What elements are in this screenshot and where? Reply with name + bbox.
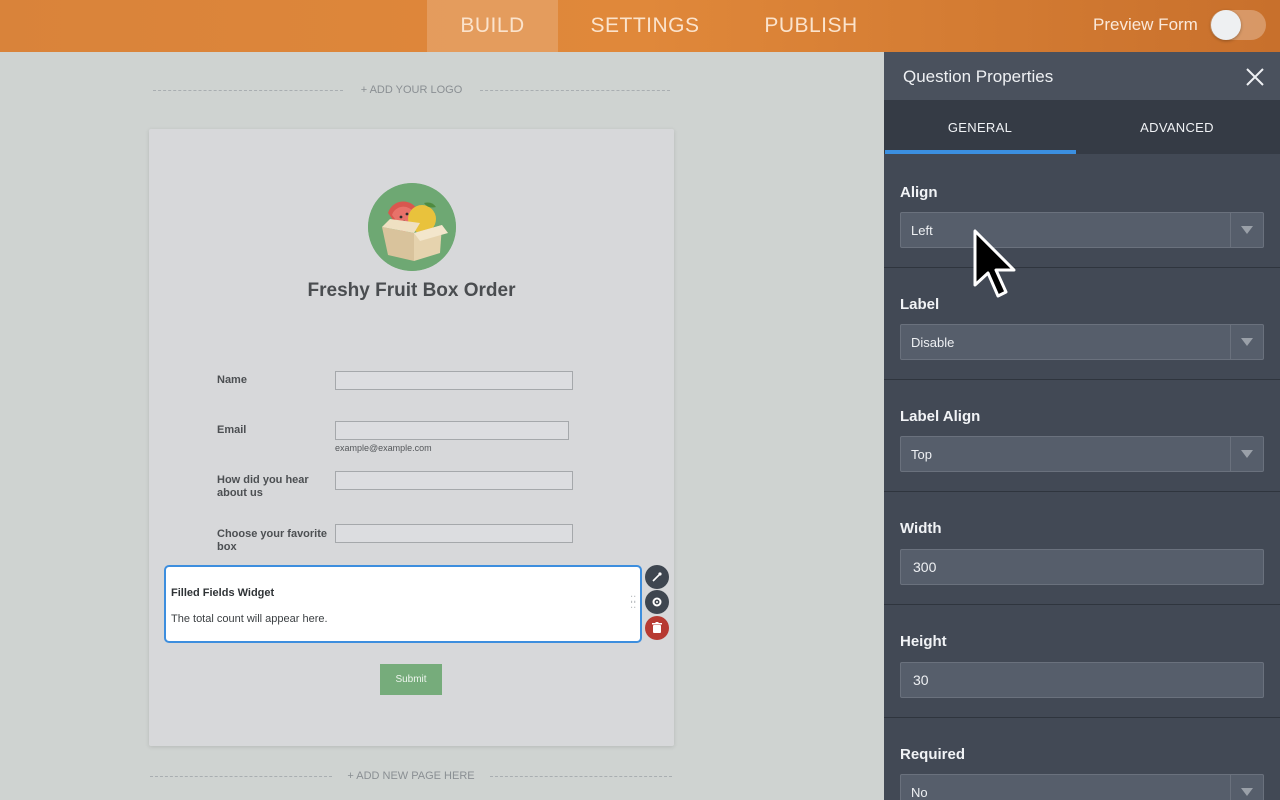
property-label-align: Label Align Top xyxy=(884,380,1280,492)
align-select[interactable]: Left xyxy=(900,212,1264,248)
toggle-knob xyxy=(1211,10,1241,40)
hear-about-input[interactable] xyxy=(335,471,573,490)
email-sublabel: example@example.com xyxy=(335,443,432,453)
property-align: Align Left xyxy=(884,156,1280,268)
tab-settings[interactable]: SETTINGS xyxy=(580,0,710,52)
label-align-select[interactable]: Top xyxy=(900,436,1264,472)
favorite-box-input[interactable] xyxy=(335,524,573,543)
panel-header: Question Properties xyxy=(884,52,1280,100)
dashed-divider xyxy=(153,89,343,91)
panel-tabs: GENERAL ADVANCED xyxy=(884,100,1280,154)
chevron-down-icon[interactable] xyxy=(1230,437,1263,471)
active-tab-indicator xyxy=(885,150,1076,154)
select-value: Left xyxy=(911,223,933,238)
property-required: Required No xyxy=(884,718,1280,800)
property-label: Label Align xyxy=(900,408,981,425)
field-label-email: Email xyxy=(217,424,247,436)
top-navigation-bar: BUILD SETTINGS PUBLISH Preview Form xyxy=(0,0,1280,52)
tab-publish[interactable]: PUBLISH xyxy=(752,0,870,52)
property-label: Width xyxy=(900,520,942,537)
gear-icon[interactable] xyxy=(645,590,669,614)
dashed-divider xyxy=(150,775,332,777)
property-height: Height 30 xyxy=(884,605,1280,718)
tab-advanced[interactable]: ADVANCED xyxy=(1081,100,1273,154)
widget-title: Filled Fields Widget xyxy=(171,587,275,599)
required-select[interactable]: No xyxy=(900,774,1264,800)
email-input[interactable] xyxy=(335,421,569,440)
field-label-favorite-box: Choose your favorite box xyxy=(217,528,328,553)
height-input[interactable]: 30 xyxy=(900,662,1264,698)
property-label: Height xyxy=(900,633,947,650)
submit-button[interactable]: Submit xyxy=(380,664,442,695)
dashed-divider xyxy=(490,775,672,777)
form-title[interactable]: Freshy Fruit Box Order xyxy=(149,280,674,302)
drag-handle-icon[interactable]: ⁚⁚ ⁚⁚ xyxy=(630,596,640,614)
field-label-hear-about: How did you hear about us xyxy=(217,474,309,499)
add-logo-link[interactable]: + ADD YOUR LOGO xyxy=(343,84,480,96)
select-value: Top xyxy=(911,447,932,462)
property-label: Required xyxy=(900,746,966,763)
select-value: No xyxy=(911,785,928,800)
dashed-divider xyxy=(480,89,670,91)
add-logo-row[interactable]: + ADD YOUR LOGO xyxy=(153,84,670,96)
fruit-box-icon xyxy=(368,183,456,271)
chevron-down-icon[interactable] xyxy=(1230,775,1263,800)
label-select[interactable]: Disable xyxy=(900,324,1264,360)
property-width: Width 300 xyxy=(884,492,1280,605)
select-value: Disable xyxy=(911,335,955,350)
add-page-link[interactable]: + ADD NEW PAGE HERE xyxy=(332,770,490,782)
question-properties-panel: Question Properties GENERAL ADVANCED Ali… xyxy=(884,52,1280,800)
property-label: Label xyxy=(900,296,940,313)
wand-icon[interactable] xyxy=(645,565,669,589)
preview-form-label: Preview Form xyxy=(1093,15,1198,34)
tab-general[interactable]: GENERAL xyxy=(884,100,1076,154)
add-page-row[interactable]: + ADD NEW PAGE HERE xyxy=(150,770,672,782)
name-input[interactable] xyxy=(335,371,573,390)
close-icon[interactable] xyxy=(1244,66,1266,88)
widget-text: The total count will appear here. xyxy=(171,613,328,625)
filled-fields-widget[interactable]: Filled Fields Widget The total count wil… xyxy=(164,565,642,643)
field-label-name: Name xyxy=(217,374,247,386)
chevron-down-icon[interactable] xyxy=(1230,325,1263,359)
tab-build[interactable]: BUILD xyxy=(427,0,558,52)
preview-form-toggle[interactable] xyxy=(1210,10,1266,40)
width-input[interactable]: 300 xyxy=(900,549,1264,585)
property-label-setting: Label Disable xyxy=(884,268,1280,380)
chevron-down-icon[interactable] xyxy=(1230,213,1263,247)
mouse-cursor-icon xyxy=(972,228,1026,300)
panel-title: Question Properties xyxy=(903,67,1054,86)
trash-icon[interactable] xyxy=(645,616,669,640)
property-label: Align xyxy=(900,184,938,201)
